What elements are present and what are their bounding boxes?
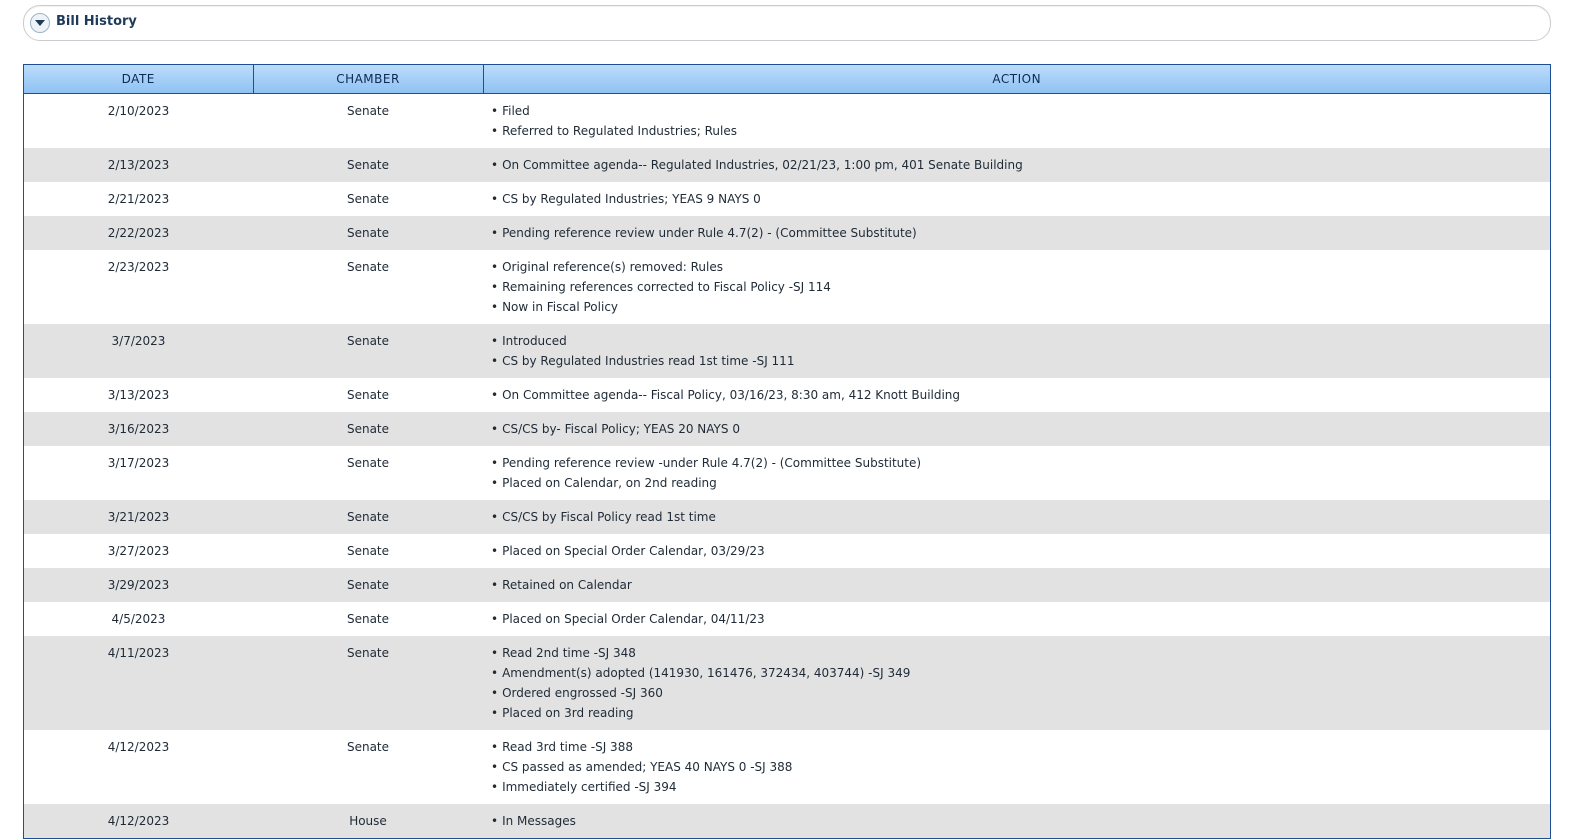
cell-date: 4/5/2023 [111,612,166,626]
cell-chamber: Senate [346,544,390,558]
table-row: 2/23/2023 Senate Original reference(s) rem… [24,250,1550,324]
column-header-chamber: CHAMBER [253,65,484,94]
table-row: 2/13/2023 Senate On Committee agenda-- Reg… [24,148,1550,182]
cell-action: Original reference(s) removed: RulesRema… [483,250,1550,324]
action-item: CS/CS by- Fiscal Policy; YEAS 20 NAYS 0 [491,419,1550,439]
action-item: Immediately certified -SJ 394 [491,777,1550,797]
table-row: 4/11/2023 Senate Read 2nd time -SJ 348Amen… [24,636,1550,730]
cell-action: Placed on Special Order Calendar, 03/29/… [483,534,1550,568]
action-item: CS passed as amended; YEAS 40 NAYS 0 -SJ… [491,757,1550,777]
cell-action: CS/CS by Fiscal Policy read 1st time [483,500,1550,534]
action-item: Read 2nd time -SJ 348 [491,643,1550,663]
cell-chamber: Senate [346,158,390,172]
cell-date: 4/11/2023 [107,646,170,660]
column-header-action: ACTION [483,65,1550,94]
table-row: 3/17/2023 Senate Pending reference review … [24,446,1550,500]
action-item: Placed on 3rd reading [491,703,1550,723]
cell-date: 2/21/2023 [107,192,170,206]
cell-chamber: Senate [346,226,390,240]
cell-action: Placed on Special Order Calendar, 04/11/… [483,602,1550,636]
cell-action: On Committee agenda-- Fiscal Policy, 03/… [483,378,1550,412]
table-row: 2/21/2023 Senate CS by Regulated Industrie… [24,182,1550,216]
cell-action: IntroducedCS by Regulated Industries rea… [483,324,1550,378]
bill-history-header[interactable]: Bill History [23,5,1551,41]
cell-date: 3/16/2023 [107,422,170,436]
cell-date: 2/10/2023 [107,104,170,118]
cell-date: 4/12/2023 [107,740,170,754]
cell-date: 3/13/2023 [107,388,170,402]
cell-chamber: Senate [346,612,390,626]
cell-action: CS by Regulated Industries; YEAS 9 NAYS … [483,182,1550,216]
action-item: Referred to Regulated Industries; Rules [491,121,1550,141]
action-item: Pending reference review under Rule 4.7(… [491,223,1550,243]
table-row: 2/22/2023 Senate Pending reference review … [24,216,1550,250]
cell-date: 2/13/2023 [107,158,170,172]
cell-chamber: Senate [346,578,390,592]
cell-date: 3/7/2023 [111,334,166,348]
action-item: In Messages [491,811,1550,831]
table-row: 4/5/2023 Senate Placed on Special Order Ca… [24,602,1550,636]
bill-history-table: DATE CHAMBER ACTION 2/10/2023 Senate Filed… [23,64,1551,839]
table-row: 3/29/2023 Senate Retained on Calendar [24,568,1550,602]
cell-chamber: Senate [346,646,390,660]
table-row: 4/12/2023 Senate Read 3rd time -SJ 388CS p… [24,730,1550,804]
action-item: Original reference(s) removed: Rules [491,257,1550,277]
action-item: Pending reference review -under Rule 4.7… [491,453,1550,473]
cell-chamber: Senate [346,104,390,118]
action-item: Remaining references corrected to Fiscal… [491,277,1550,297]
cell-action: CS/CS by- Fiscal Policy; YEAS 20 NAYS 0 [483,412,1550,446]
action-item: Placed on Calendar, on 2nd reading [491,473,1550,493]
cell-action: Pending reference review -under Rule 4.7… [483,446,1550,500]
cell-date: 3/17/2023 [107,456,170,470]
section-title: Bill History [56,14,137,29]
cell-date: 2/22/2023 [107,226,170,240]
cell-date: 3/21/2023 [107,510,170,524]
table-header-row: DATE CHAMBER ACTION [24,65,1550,94]
chevron-down-icon[interactable] [30,13,50,33]
cell-date: 3/27/2023 [107,544,170,558]
column-header-date: DATE [24,65,254,94]
action-item: On Committee agenda-- Fiscal Policy, 03/… [491,385,1550,405]
table-row: 3/27/2023 Senate Placed on Special Order C… [24,534,1550,568]
cell-chamber: Senate [346,260,390,274]
cell-chamber: Senate [346,510,390,524]
cell-chamber: Senate [346,334,390,348]
action-item: On Committee agenda-- Regulated Industri… [491,155,1550,175]
action-item: Placed on Special Order Calendar, 04/11/… [491,609,1550,629]
cell-chamber: Senate [346,388,390,402]
action-item: Now in Fiscal Policy [491,297,1550,317]
action-item: CS/CS by Fiscal Policy read 1st time [491,507,1550,527]
cell-chamber: Senate [346,740,390,754]
action-item: Retained on Calendar [491,575,1550,595]
action-item: Ordered engrossed -SJ 360 [491,683,1550,703]
cell-action: On Committee agenda-- Regulated Industri… [483,148,1550,182]
cell-action: Retained on Calendar [483,568,1550,602]
table-row: 3/21/2023 Senate CS/CS by Fiscal Policy re… [24,500,1550,534]
cell-chamber: Senate [346,456,390,470]
action-item: CS by Regulated Industries; YEAS 9 NAYS … [491,189,1550,209]
cell-chamber: Senate [346,192,390,206]
table-row: 3/13/2023 Senate On Committee agenda-- Fis… [24,378,1550,412]
cell-date: 3/29/2023 [107,578,170,592]
table-row: 3/16/2023 Senate CS/CS by- Fiscal Policy; … [24,412,1550,446]
table-row: 2/10/2023 Senate FiledReferred to Regulate… [24,93,1550,149]
cell-action: Pending reference review under Rule 4.7(… [483,216,1550,250]
action-item: Amendment(s) adopted (141930, 161476, 37… [491,663,1550,683]
table-row: 3/7/2023 Senate IntroducedCS by Regulated … [24,324,1550,378]
cell-chamber: Senate [346,422,390,436]
action-item: CS by Regulated Industries read 1st time… [491,351,1550,371]
cell-action: Read 3rd time -SJ 388CS passed as amende… [483,730,1550,804]
action-item: Placed on Special Order Calendar, 03/29/… [491,541,1550,561]
cell-date: 2/23/2023 [107,260,170,274]
action-item: Filed [491,101,1550,121]
action-item: Read 3rd time -SJ 388 [491,737,1550,757]
cell-action: FiledReferred to Regulated Industries; R… [483,94,1550,149]
cell-action: Read 2nd time -SJ 348Amendment(s) adopte… [483,636,1550,730]
action-item: Introduced [491,331,1550,351]
